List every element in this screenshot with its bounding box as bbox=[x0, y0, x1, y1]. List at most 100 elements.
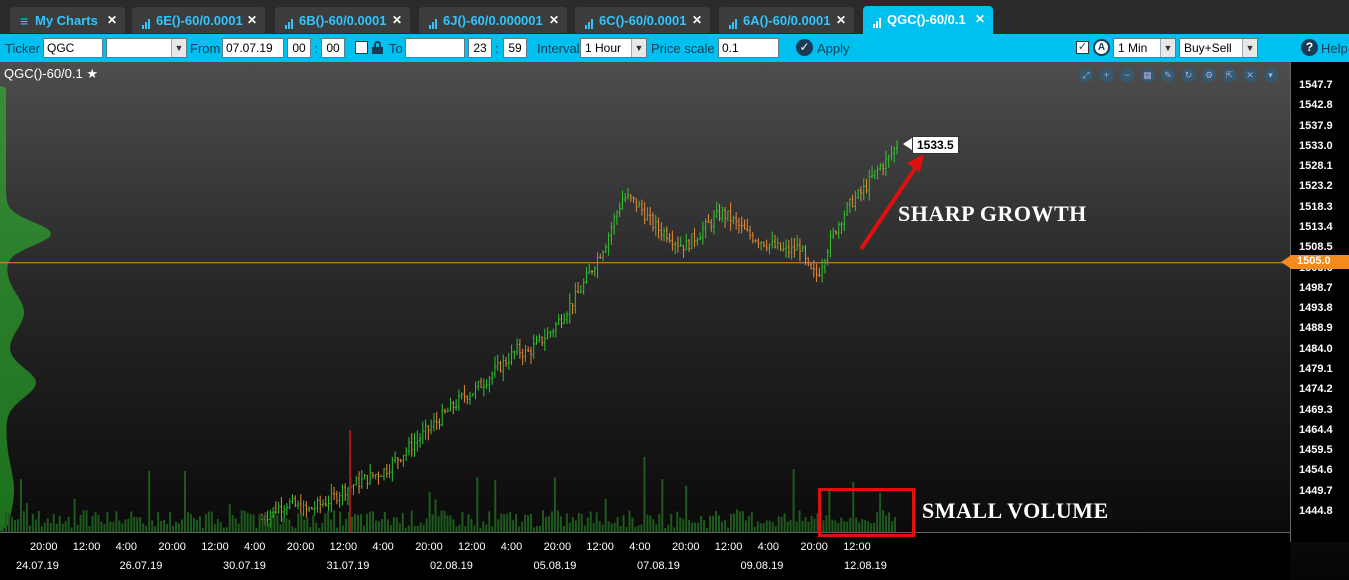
volume-bar bbox=[401, 512, 404, 532]
x-time-label: 12:00 bbox=[458, 541, 486, 553]
chart-icon bbox=[285, 14, 296, 29]
to-hour-input[interactable]: 23 bbox=[468, 38, 492, 58]
volume-bar bbox=[756, 521, 759, 532]
ticker-select[interactable]: ▼ bbox=[106, 38, 187, 58]
tab-3[interactable]: 6J()-60/0.000001 ✕ bbox=[419, 7, 567, 33]
from-date-input[interactable]: 07.07.19 bbox=[222, 38, 284, 58]
volume-bar bbox=[697, 522, 700, 532]
volume-bar bbox=[530, 513, 533, 532]
y-tick-label: 1464.4 bbox=[1299, 423, 1333, 436]
close-icon[interactable]: ✕ bbox=[836, 13, 846, 27]
volume-bar bbox=[333, 510, 336, 532]
timeframe-select[interactable]: 1 Min ▼ bbox=[1113, 38, 1176, 58]
to-date-input[interactable] bbox=[405, 38, 465, 58]
volume-bar bbox=[342, 525, 345, 532]
volume-bar bbox=[488, 511, 491, 532]
close-icon[interactable]: ✕ bbox=[247, 13, 257, 27]
volume-bar bbox=[685, 485, 688, 532]
interval-select[interactable]: 1 Hour ▼ bbox=[580, 38, 647, 58]
volume-bar bbox=[577, 513, 580, 532]
tab-label: My Charts bbox=[35, 13, 98, 28]
volume-bar bbox=[622, 515, 625, 532]
x-time-label: 20:00 bbox=[286, 541, 315, 553]
volume-bar bbox=[213, 524, 216, 532]
lock-checkbox[interactable] bbox=[355, 41, 368, 54]
volume-bar bbox=[494, 480, 497, 532]
chart-area[interactable]: QGC()-60/0.1 ★ ⤢ + − ▦ ✎ ↻ ⚙ ⇱ ✕ ▾ 1547.7 1542.8 15… bbox=[0, 62, 1349, 580]
volume-bar bbox=[559, 516, 562, 532]
volume-bar bbox=[655, 524, 658, 532]
close-icon[interactable]: ✕ bbox=[392, 13, 402, 27]
volume-bar bbox=[264, 512, 267, 532]
volume-bar bbox=[550, 511, 553, 532]
zoom-out-icon[interactable]: − bbox=[1120, 68, 1134, 82]
side-select[interactable]: Buy+Sell ▼ bbox=[1179, 38, 1258, 58]
close-icon[interactable]: ✕ bbox=[549, 13, 559, 27]
volume-bar bbox=[181, 519, 183, 532]
price-scale-input[interactable]: 0.1 bbox=[718, 38, 779, 58]
close-icon[interactable]: ✕ bbox=[107, 13, 117, 27]
chart-icon bbox=[873, 13, 884, 28]
volume-bar bbox=[777, 516, 780, 532]
ticker-input[interactable]: QGC bbox=[43, 38, 103, 58]
volume-bar bbox=[506, 513, 509, 532]
time-axis[interactable]: 20:00 12:00 4:00 20:00 12:00 4:00 20:00 12:00 4:… bbox=[0, 532, 1290, 580]
chart-canvas[interactable] bbox=[0, 62, 1290, 532]
help-button[interactable]: Help bbox=[1321, 41, 1348, 56]
auto-checkbox[interactable]: ✓ bbox=[1076, 41, 1089, 54]
from-minute-input[interactable]: 00 bbox=[321, 38, 345, 58]
y-tick-label: 1537.9 bbox=[1299, 119, 1333, 132]
settings-icon[interactable]: ⚙ bbox=[1202, 68, 1216, 82]
volume-bar bbox=[73, 498, 76, 532]
last-price-pointer bbox=[903, 138, 912, 150]
help-icon[interactable]: ? bbox=[1301, 39, 1318, 56]
volume-bar bbox=[720, 521, 723, 532]
pencil-icon[interactable]: ✎ bbox=[1161, 68, 1175, 82]
apply-button[interactable]: Apply bbox=[817, 41, 850, 56]
refresh-icon[interactable]: ↻ bbox=[1181, 68, 1196, 82]
toolbar: Ticker QGC ▼ From 07.07.19 00 : 00 To 23… bbox=[0, 34, 1349, 62]
from-hour-input[interactable]: 00 bbox=[287, 38, 311, 58]
volume-bar bbox=[813, 518, 816, 532]
star-icon[interactable]: ★ bbox=[83, 66, 98, 81]
volume-bar bbox=[395, 517, 398, 532]
tab-4[interactable]: 6C()-60/0.0001 ✕ bbox=[575, 7, 710, 33]
auto-icon[interactable]: A bbox=[1093, 39, 1110, 56]
tab-0[interactable]: ≡ My Charts ✕ bbox=[10, 7, 125, 33]
close-icon[interactable]: ✕ bbox=[1243, 68, 1257, 82]
tab-6[interactable]: QGC()-60/0.1 ✕ bbox=[863, 6, 993, 34]
x-date-label: 02.08.19 bbox=[430, 560, 473, 572]
volume-bar bbox=[771, 522, 774, 532]
volume-bar bbox=[249, 513, 252, 532]
close-icon[interactable]: ✕ bbox=[692, 13, 702, 27]
volume-bar bbox=[801, 521, 804, 532]
x-time-label: 12:00 bbox=[714, 541, 743, 553]
to-label: To bbox=[389, 41, 403, 56]
tab-2[interactable]: 6B()-60/0.0001 ✕ bbox=[275, 7, 410, 33]
volume-bar bbox=[524, 514, 527, 532]
volume-bar bbox=[679, 517, 682, 532]
check-circle-icon[interactable]: ✓ bbox=[796, 39, 813, 56]
tab-1[interactable]: 6E()-60/0.0001 ✕ bbox=[132, 7, 265, 33]
tab-5[interactable]: 6A()-60/0.0001 ✕ bbox=[719, 7, 854, 33]
volume-bar bbox=[637, 525, 640, 532]
volume-bar bbox=[580, 514, 583, 532]
collapse-icon[interactable]: ▾ bbox=[1263, 68, 1278, 82]
volume-bar bbox=[288, 519, 291, 532]
volume-bar bbox=[189, 514, 192, 532]
close-icon[interactable]: ✕ bbox=[975, 12, 985, 26]
volume-bar bbox=[130, 511, 133, 532]
expand-icon[interactable]: ⇱ bbox=[1222, 68, 1237, 82]
zoom-fit-icon[interactable]: ⤢ bbox=[1079, 68, 1093, 82]
volume-bar bbox=[273, 510, 276, 532]
grid-icon[interactable]: ▦ bbox=[1140, 68, 1155, 82]
volume-bar bbox=[94, 512, 97, 532]
zoom-in-icon[interactable]: + bbox=[1099, 68, 1114, 82]
volume-bar bbox=[192, 517, 195, 532]
price-axis[interactable]: 1547.7 1542.8 1537.9 1533.0 1528.1 1523.2 1518… bbox=[1290, 62, 1349, 542]
volume-bar bbox=[553, 477, 556, 532]
volume-bar bbox=[43, 522, 46, 532]
to-minute-input[interactable]: 59 bbox=[503, 38, 527, 58]
y-tick-label: 1508.5 bbox=[1299, 241, 1333, 254]
volume-bar bbox=[389, 524, 392, 532]
